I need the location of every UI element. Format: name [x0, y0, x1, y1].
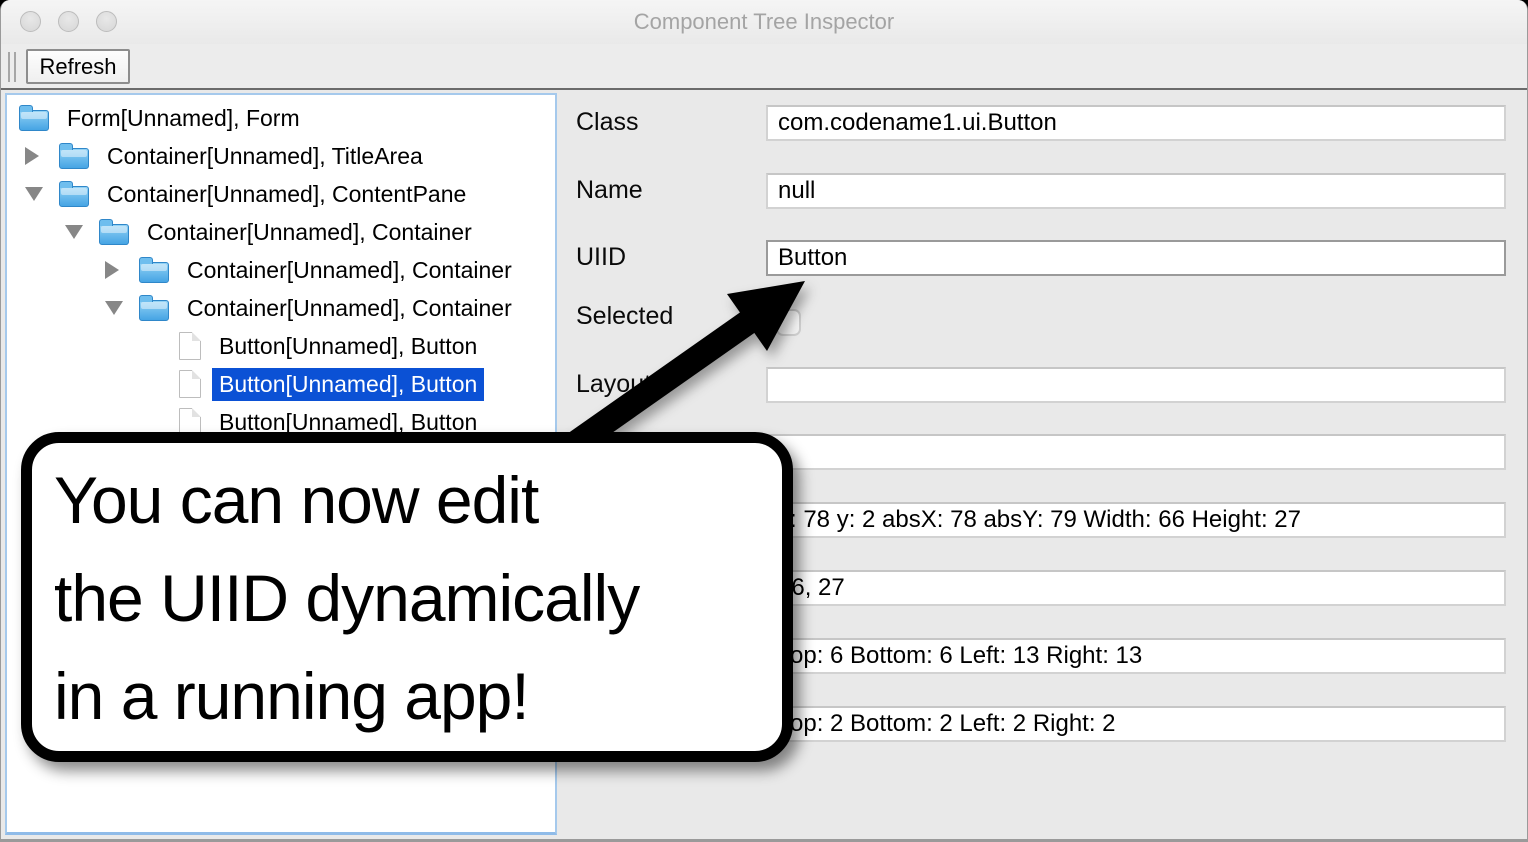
inspector-window: Component Tree Inspector Refresh Form[Un… — [0, 0, 1528, 842]
field-6-field[interactable] — [766, 434, 1506, 470]
tree-item-label: Container[Unnamed], Container — [180, 254, 519, 287]
tree-item[interactable]: Form[Unnamed], Form — [7, 99, 555, 137]
toolbar-drag-handle-icon[interactable] — [8, 52, 16, 82]
title-bar[interactable]: Component Tree Inspector — [1, 0, 1527, 44]
tree-item-label: Container[Unnamed], Container — [180, 292, 519, 325]
tree-item-label: Container[Unnamed], TitleArea — [100, 140, 430, 173]
toolbar: Refresh — [1, 44, 1527, 90]
folder-icon — [59, 148, 89, 169]
layout-field[interactable] — [766, 367, 1506, 403]
folder-icon — [19, 110, 49, 131]
tree-item[interactable]: Container[Unnamed], TitleArea — [7, 137, 555, 175]
tree-item-label: Button[Unnamed], Button — [212, 368, 484, 401]
document-icon — [179, 332, 201, 360]
callout-text-line: in a running app! — [54, 647, 782, 745]
expand-arrow-icon[interactable] — [65, 225, 99, 239]
content-area: Form[Unnamed], Form Container[Unnamed], … — [1, 92, 1527, 842]
expand-arrow-icon[interactable] — [25, 187, 59, 201]
name-field[interactable]: null — [766, 173, 1506, 209]
selected-checkbox[interactable] — [776, 309, 801, 336]
expand-arrow-icon[interactable] — [25, 147, 59, 165]
folder-icon — [139, 262, 169, 283]
callout-bubble: You can now edit the UIID dynamically in… — [21, 432, 793, 762]
field-7-field[interactable]: x: 78 y: 2 absX: 78 absY: 79 Width: 66 H… — [766, 502, 1506, 538]
callout-text-line: the UIID dynamically — [54, 549, 782, 647]
tree-item-label: Container[Unnamed], Container — [140, 216, 479, 249]
folder-icon — [99, 224, 129, 245]
expand-arrow-icon[interactable] — [105, 301, 139, 315]
uiid-label: UIID — [576, 243, 626, 272]
selected-label: Selected — [576, 302, 673, 331]
name-label: Name — [576, 176, 643, 205]
tree-item[interactable]: Button[Unnamed], Button — [7, 327, 555, 365]
tree-item[interactable]: Container[Unnamed], Container — [7, 251, 555, 289]
layout-label: Layout — [576, 370, 651, 399]
tree-item[interactable]: Button[Unnamed], Button — [7, 365, 555, 403]
field-8-field[interactable]: 66, 27 — [766, 570, 1506, 606]
field-10-field[interactable]: Top: 2 Bottom: 2 Left: 2 Right: 2 — [766, 706, 1506, 742]
document-icon — [179, 370, 201, 398]
refresh-button[interactable]: Refresh — [26, 49, 130, 84]
tree-item[interactable]: Container[Unnamed], ContentPane — [7, 175, 555, 213]
tree-item-label: Button[Unnamed], Button — [212, 330, 484, 363]
class-field[interactable]: com.codename1.ui.Button — [766, 105, 1506, 141]
tree-item-label: Container[Unnamed], ContentPane — [100, 178, 473, 211]
folder-icon — [139, 300, 169, 321]
window-title: Component Tree Inspector — [1, 9, 1527, 35]
field-9-field[interactable]: Top: 6 Bottom: 6 Left: 13 Right: 13 — [766, 638, 1506, 674]
tree-item[interactable]: Container[Unnamed], Container — [7, 213, 555, 251]
folder-icon — [59, 186, 89, 207]
class-label: Class — [576, 108, 639, 137]
expand-arrow-icon[interactable] — [105, 261, 139, 279]
uiid-field[interactable]: Button — [766, 240, 1506, 276]
callout-text-line: You can now edit — [54, 451, 782, 549]
tree-item[interactable]: Container[Unnamed], Container — [7, 289, 555, 327]
tree-item-label: Form[Unnamed], Form — [60, 102, 307, 135]
